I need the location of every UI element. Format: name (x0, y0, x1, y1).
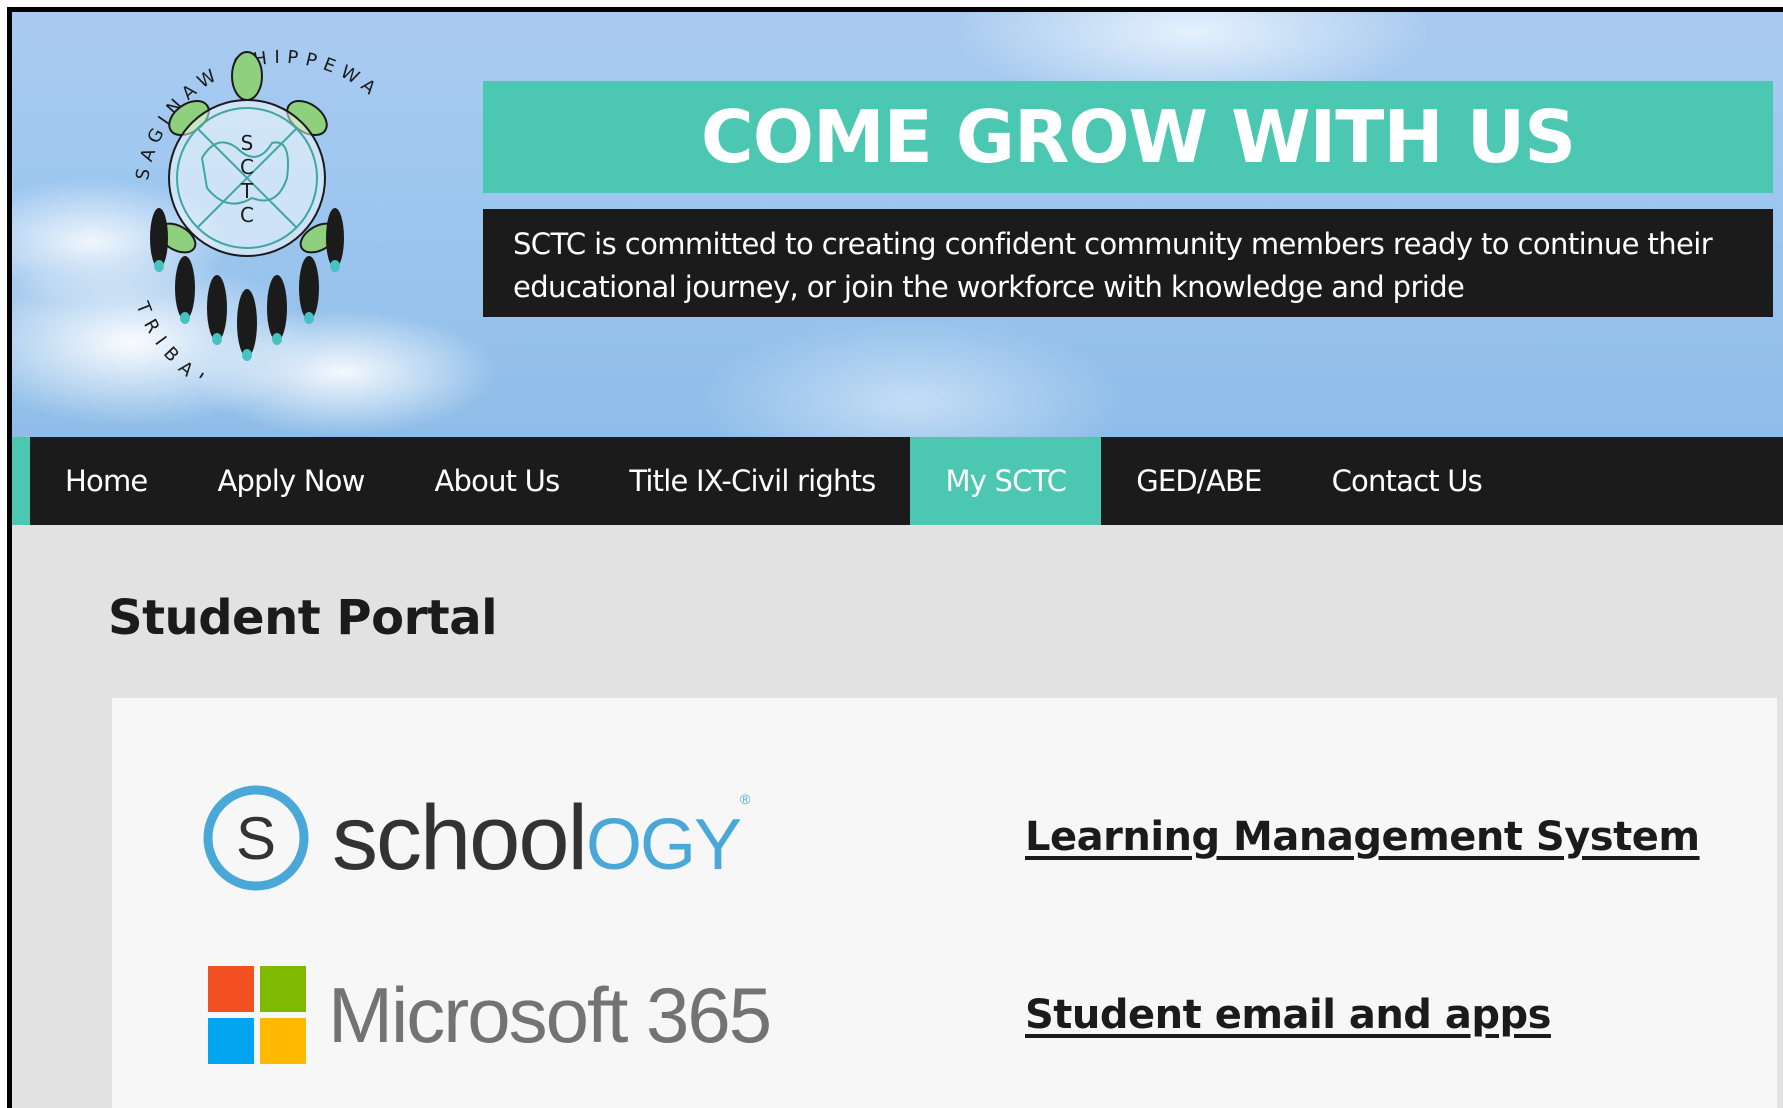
svg-text:C: C (240, 155, 254, 179)
mission-banner: SCTC is committed to creating confident … (483, 209, 1773, 317)
schoology-logo[interactable]: S schoolOGY® (202, 778, 750, 898)
microsoft-365-wordmark: Microsoft 365 (328, 971, 772, 1059)
site-header: SAGINAW CHIPPEWA TRIBAL COLLEGE S C T C (12, 12, 1783, 437)
nav-item-home[interactable]: Home (30, 437, 182, 525)
microsoft-logo-icon (208, 966, 306, 1064)
headline-banner: COME GROW WITH US (483, 81, 1773, 193)
page-title: Student Portal (108, 590, 498, 646)
svg-text:S: S (241, 131, 254, 155)
svg-text:T: T (240, 179, 254, 203)
schoology-logo-icon: S (203, 785, 309, 891)
sctc-logo[interactable]: SAGINAW CHIPPEWA TRIBAL COLLEGE S C T C (107, 38, 452, 378)
nav-item-my-sctc[interactable]: My SCTC (910, 437, 1102, 525)
browser-page: SAGINAW CHIPPEWA TRIBAL COLLEGE S C T C (7, 7, 1783, 1108)
learning-management-system-link[interactable]: Learning Management System (1025, 814, 1700, 860)
svg-text:C: C (240, 203, 254, 227)
nav-item-contact-us[interactable]: Contact Us (1297, 437, 1517, 525)
microsoft-365-logo[interactable]: Microsoft 365 (208, 960, 772, 1070)
mission-text: SCTC is committed to creating confident … (513, 227, 1713, 304)
headline-text: COME GROW WITH US (700, 95, 1576, 179)
schoology-wordmark: schoolOGY® (332, 787, 750, 889)
nav-item-apply-now[interactable]: Apply Now (182, 437, 399, 525)
nav-item-about-us[interactable]: About Us (400, 437, 595, 525)
resource-row-schoology: S schoolOGY® Learning Management System (112, 778, 1777, 898)
svg-text:S: S (236, 805, 276, 872)
resource-row-microsoft: Microsoft 365 Student email and apps (112, 960, 1777, 1070)
nav-accent-strip (12, 437, 30, 525)
resources-panel: S schoolOGY® Learning Management System … (112, 698, 1777, 1108)
main-nav: Home Apply Now About Us Title IX-Civil r… (30, 437, 1783, 525)
student-email-and-apps-link[interactable]: Student email and apps (1025, 992, 1551, 1038)
nav-item-title-ix[interactable]: Title IX-Civil rights (594, 437, 910, 525)
nav-item-ged-abe[interactable]: GED/ABE (1101, 437, 1296, 525)
